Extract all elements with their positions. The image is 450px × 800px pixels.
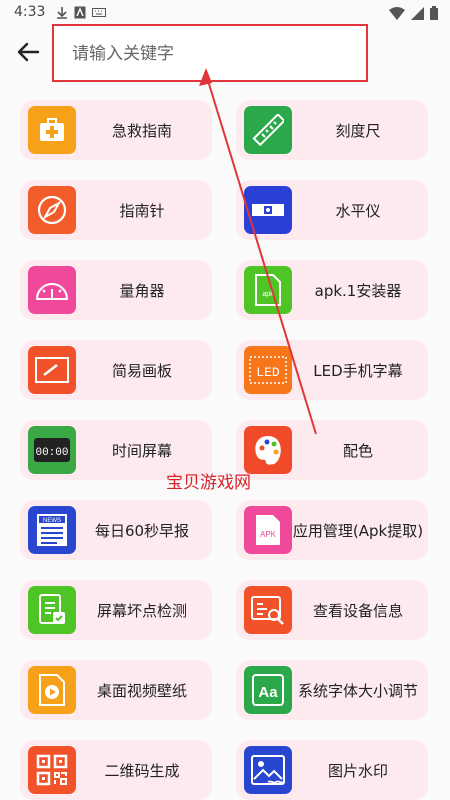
digital-clock-icon: 00:00	[28, 426, 76, 474]
device-info-icon	[244, 586, 292, 634]
ruler-icon	[244, 106, 292, 154]
font-size-icon: Aa	[244, 666, 292, 714]
tool-card[interactable]: 桌面视频壁纸	[20, 660, 212, 720]
tool-card[interactable]: 指南针	[20, 180, 212, 240]
tool-label: LED手机字幕	[313, 361, 403, 380]
tool-label: 简易画板	[111, 361, 172, 380]
tool-label: apk.1安装器	[314, 281, 402, 300]
protractor-icon	[28, 266, 76, 314]
tool-label: 系统字体大小调节	[297, 681, 418, 700]
svg-text:apk: apk	[262, 291, 274, 298]
app-bar	[0, 24, 450, 86]
apk-manager-icon: APK	[244, 506, 292, 554]
tool-card[interactable]: 图片水印	[236, 740, 428, 800]
compass-icon	[28, 186, 76, 234]
tool-card[interactable]: 急救指南	[20, 100, 212, 160]
tool-card[interactable]: 量角器	[20, 260, 212, 320]
search-input[interactable]	[70, 40, 354, 68]
system-status-icons	[389, 6, 438, 20]
app-notification-icon	[74, 6, 86, 19]
battery-icon	[430, 6, 438, 20]
video-wallpaper-icon	[28, 666, 76, 714]
tool-label: 量角器	[119, 281, 165, 300]
document-check-icon	[28, 586, 76, 634]
tool-card[interactable]: 水平仪	[236, 180, 428, 240]
signal-icon	[411, 6, 424, 20]
tool-card[interactable]: 简易画板	[20, 340, 212, 400]
tool-card[interactable]: 二维码生成	[20, 740, 212, 800]
first-aid-kit-icon	[28, 106, 76, 154]
level-icon	[244, 186, 292, 234]
svg-text:APK: APK	[260, 530, 277, 539]
tool-label: 屏幕坏点检测	[96, 601, 187, 620]
tool-card[interactable]: LED LED手机字幕	[236, 340, 428, 400]
svg-text:NEWS: NEWS	[43, 518, 61, 524]
newspaper-icon: NEWS	[28, 506, 76, 554]
svg-text:00:00: 00:00	[35, 447, 68, 459]
tool-label: 每日60秒早报	[94, 521, 190, 540]
notification-icons	[56, 6, 106, 19]
tool-label: 刻度尺	[335, 121, 381, 140]
back-arrow-icon[interactable]	[14, 38, 42, 66]
tool-label: 配色	[342, 441, 373, 460]
wifi-icon	[389, 6, 405, 20]
download-icon	[57, 7, 67, 19]
drawing-board-icon	[28, 346, 76, 394]
qr-code-icon	[28, 746, 76, 794]
tool-card[interactable]: APK 应用管理(Apk提取)	[236, 500, 428, 560]
tool-label: 图片水印	[327, 761, 388, 780]
tool-card[interactable]: apk apk.1安装器	[236, 260, 428, 320]
tool-card[interactable]: NEWS 每日60秒早报	[20, 500, 212, 560]
tool-card[interactable]: 配色	[236, 420, 428, 480]
tool-card[interactable]: 查看设备信息	[236, 580, 428, 640]
svg-text:LED: LED	[256, 365, 280, 380]
tool-label: 应用管理(Apk提取)	[292, 521, 424, 540]
status-bar: 4:33	[0, 0, 450, 26]
tool-label: 急救指南	[111, 121, 172, 140]
search-box[interactable]	[52, 24, 368, 82]
tool-card[interactable]: Aa 系统字体大小调节	[236, 660, 428, 720]
status-time: 4:33	[14, 4, 46, 20]
svg-text:Aa: Aa	[258, 684, 278, 701]
keyboard-icon	[92, 8, 106, 17]
palette-icon	[244, 426, 292, 474]
tool-label: 桌面视频壁纸	[96, 681, 187, 700]
led-sign-icon: LED	[244, 346, 292, 394]
tool-label: 水平仪	[335, 201, 381, 220]
tool-card[interactable]: 屏幕坏点检测	[20, 580, 212, 640]
tool-label: 查看设备信息	[312, 601, 403, 620]
image-watermark-icon	[244, 746, 292, 794]
watermark-text: 宝贝游戏网	[166, 473, 251, 493]
tool-label: 指南针	[119, 201, 165, 220]
tool-label: 二维码生成	[104, 761, 180, 780]
apk-file-icon: apk	[244, 266, 292, 314]
tool-card[interactable]: 刻度尺	[236, 100, 428, 160]
